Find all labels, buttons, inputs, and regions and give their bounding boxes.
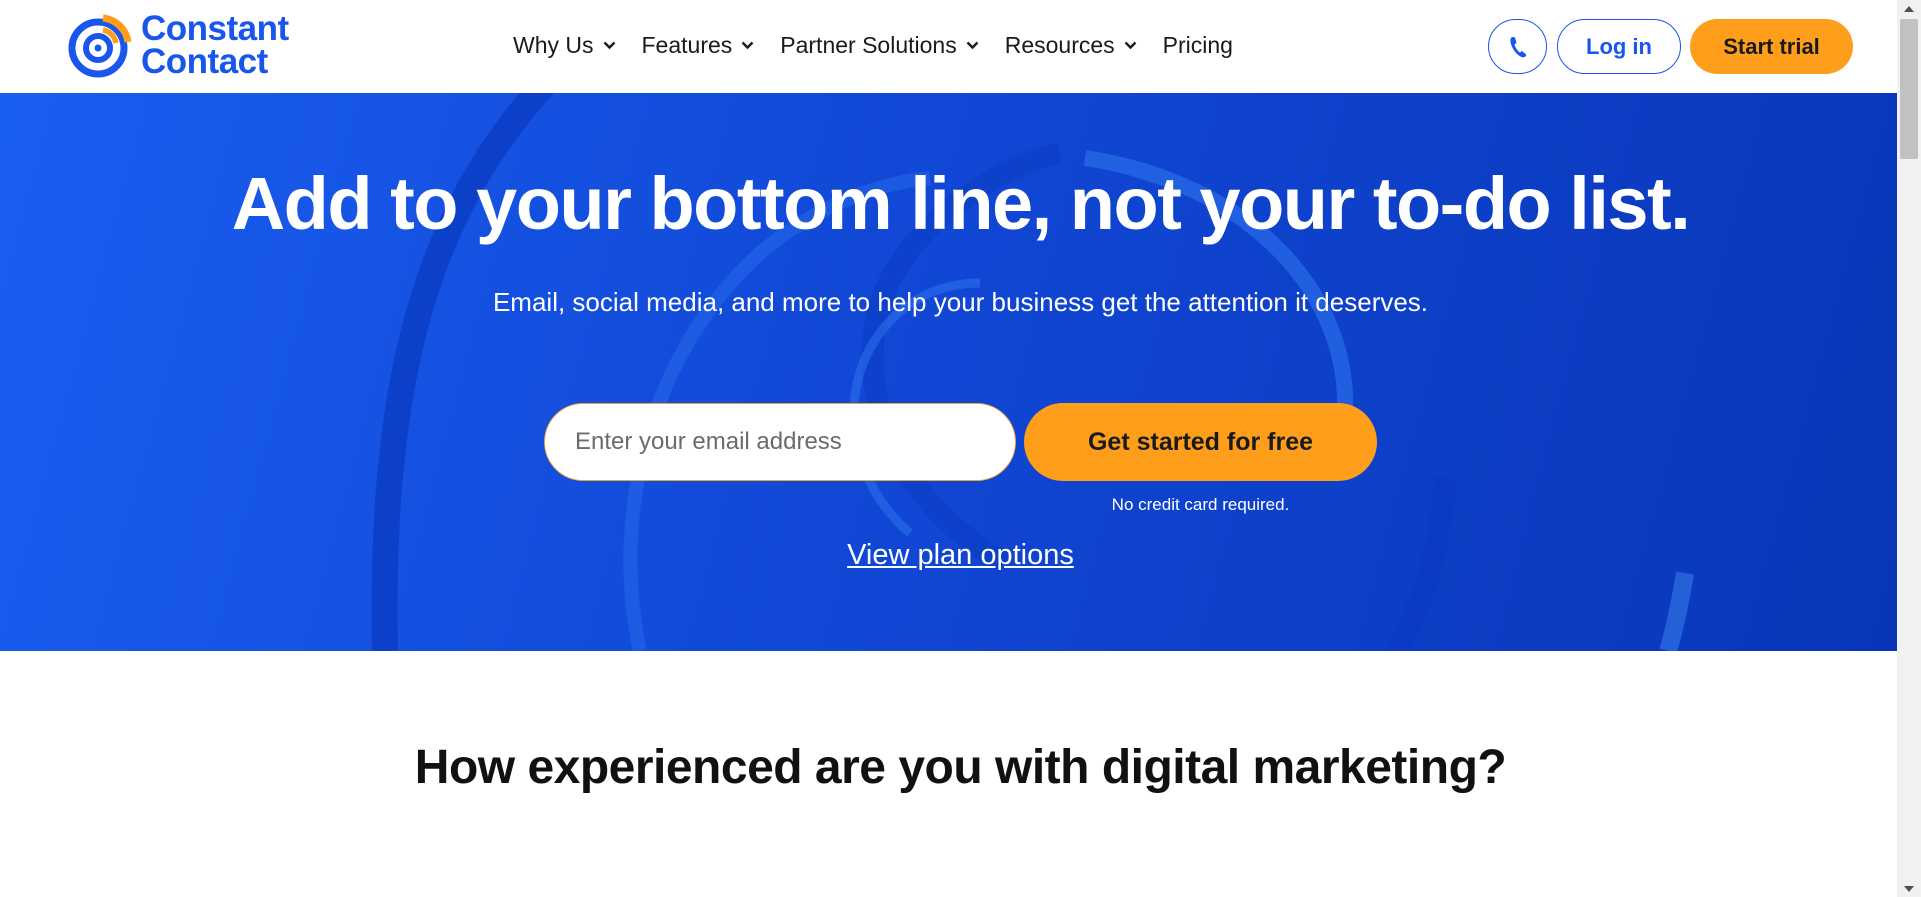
chevron-down-icon xyxy=(966,41,979,49)
hero-title: Add to your bottom line, not your to-do … xyxy=(231,162,1691,245)
logo-wordmark: Constant Contact xyxy=(141,9,289,81)
site-header: Constant Contact Why Us Features Partner… xyxy=(0,0,1897,93)
phone-icon xyxy=(1509,36,1526,57)
constant-contact-logo-icon xyxy=(68,14,132,78)
nav-features[interactable]: Features xyxy=(642,32,755,59)
nav-pricing-label: Pricing xyxy=(1162,31,1233,58)
logo-line-1: Constant xyxy=(141,9,289,48)
login-button[interactable]: Log in xyxy=(1557,19,1681,74)
nav-why-us-label: Why Us xyxy=(513,31,594,58)
nav-partner-solutions[interactable]: Partner Solutions xyxy=(780,31,979,59)
email-input[interactable] xyxy=(544,403,1016,481)
experience-section-title: How experienced are you with digital mar… xyxy=(414,741,1507,794)
phone-button[interactable] xyxy=(1488,19,1547,74)
nav-resources[interactable]: Resources xyxy=(1005,32,1137,59)
nav-partner-solutions-label: Partner Solutions xyxy=(780,31,957,58)
hero-section: Add to your bottom line, not your to-do … xyxy=(0,93,1897,651)
logo-line-2: Contact xyxy=(141,42,268,81)
nav-features-label: Features xyxy=(641,31,733,58)
chevron-down-icon xyxy=(741,41,754,49)
nav-why-us[interactable]: Why Us xyxy=(513,32,616,59)
main-nav: Why Us Features Partner Solutions Resour… xyxy=(513,27,1259,63)
scroll-down-arrow-icon[interactable] xyxy=(1897,880,1921,897)
scrollbar-thumb[interactable] xyxy=(1900,19,1918,159)
start-trial-button[interactable]: Start trial xyxy=(1690,19,1853,74)
get-started-button[interactable]: Get started for free xyxy=(1024,403,1377,481)
hero-subtitle: Email, social media, and more to help yo… xyxy=(492,287,1429,317)
no-credit-card-note: No credit card required. xyxy=(1111,495,1290,514)
chevron-down-icon xyxy=(1124,41,1136,49)
nav-resources-label: Resources xyxy=(1004,31,1115,58)
constant-contact-logo[interactable]: Constant Contact xyxy=(67,9,289,81)
vertical-scrollbar[interactable] xyxy=(1897,0,1921,897)
header-actions: Log in Start trial xyxy=(1488,19,1853,74)
chevron-down-icon xyxy=(603,41,615,49)
nav-pricing[interactable]: Pricing xyxy=(1163,32,1233,59)
scroll-up-arrow-icon[interactable] xyxy=(1897,0,1921,17)
view-plan-options-link[interactable]: View plan options xyxy=(0,539,1897,572)
